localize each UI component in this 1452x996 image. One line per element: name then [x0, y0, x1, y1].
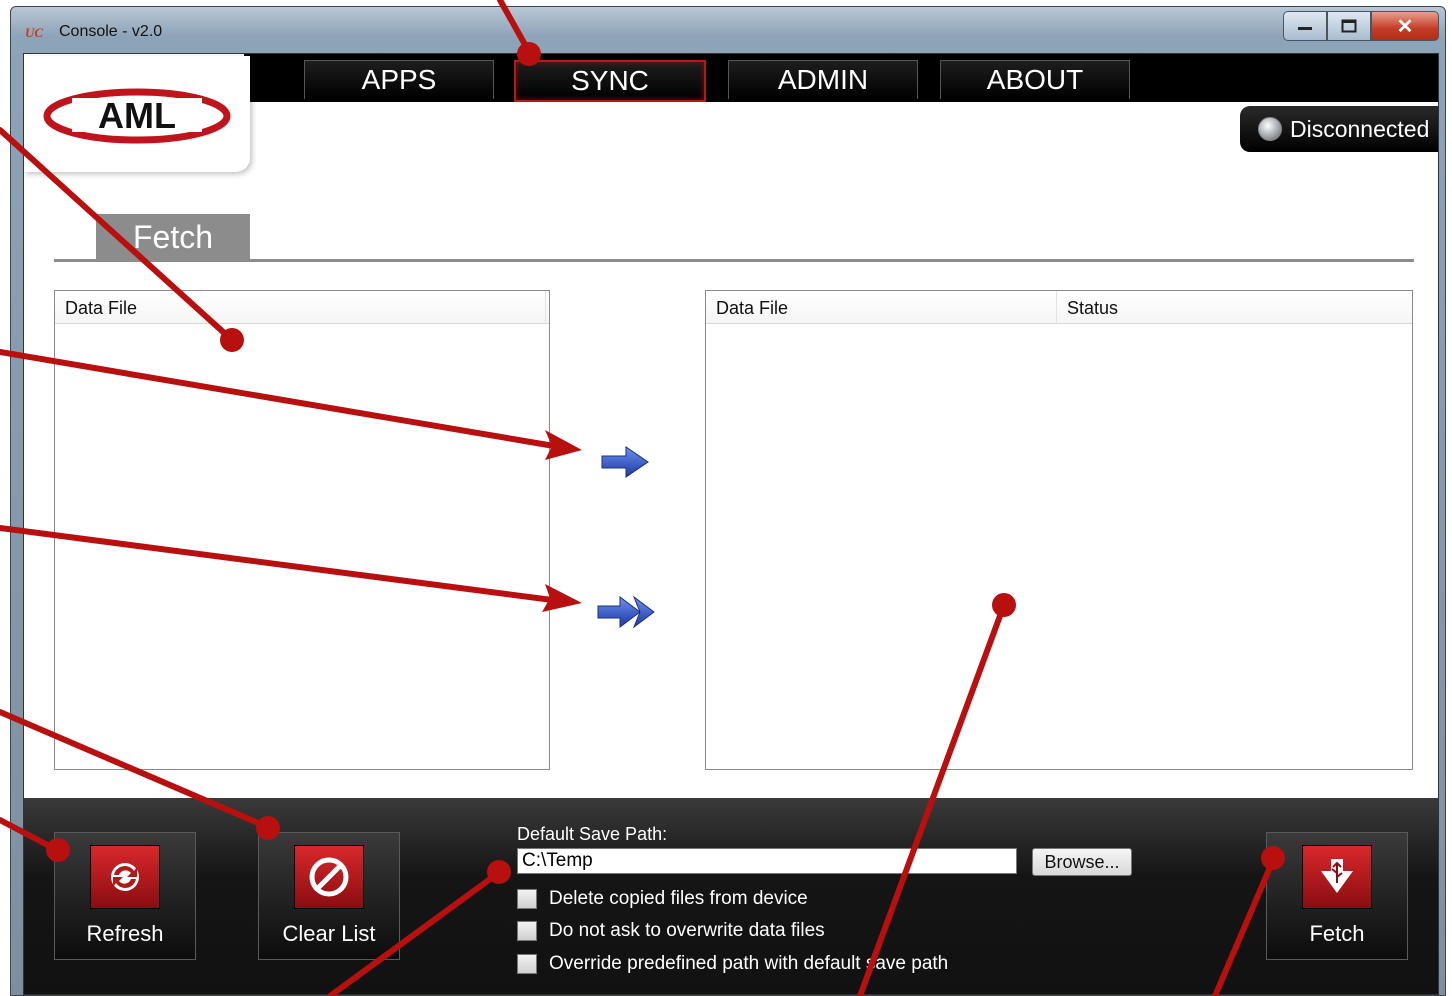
- status-indicator-icon: [1258, 117, 1282, 141]
- refresh-button[interactable]: Refresh: [54, 832, 196, 960]
- minimize-button[interactable]: [1283, 11, 1327, 41]
- device-file-list[interactable]: Data File: [54, 290, 550, 770]
- checkbox-box[interactable]: [517, 954, 537, 974]
- column-header-status[interactable]: Status: [1057, 291, 1407, 323]
- usb-download-icon: [1302, 845, 1372, 909]
- delete-copied-checkbox[interactable]: Delete copied files from device: [517, 888, 808, 910]
- tab-about[interactable]: ABOUT: [940, 60, 1130, 99]
- clear-list-button[interactable]: Clear List: [258, 832, 400, 960]
- nav-bar: APPS SYNC ADMIN ABOUT: [244, 54, 1438, 102]
- checkbox-box[interactable]: [517, 889, 537, 909]
- fetch-status-list[interactable]: Data File Status: [705, 290, 1413, 770]
- checkbox-label: Override predefined path with default sa…: [549, 953, 949, 974]
- save-path-input[interactable]: [517, 848, 1017, 874]
- refresh-label: Refresh: [86, 921, 164, 946]
- save-path-label: Default Save Path:: [517, 824, 668, 844]
- override-path-checkbox[interactable]: Override predefined path with default sa…: [517, 953, 948, 975]
- column-header-data-file[interactable]: Data File: [55, 291, 546, 323]
- fetch-button[interactable]: Fetch: [1266, 832, 1408, 960]
- list-header: Data File: [55, 291, 549, 324]
- app-icon: UC: [25, 25, 44, 40]
- tab-sync[interactable]: SYNC: [514, 60, 706, 102]
- action-panel: Refresh Clear List Default Save Path: Br…: [24, 798, 1438, 994]
- window-title: Console - v2.0: [59, 23, 163, 40]
- tab-apps[interactable]: APPS: [304, 60, 494, 99]
- checkbox-label: Delete copied files from device: [549, 888, 808, 909]
- connection-status: Disconnected: [1240, 106, 1438, 152]
- tab-admin[interactable]: ADMIN: [728, 60, 918, 99]
- column-header-data-file[interactable]: Data File: [706, 291, 1057, 323]
- close-icon: ✕: [1396, 15, 1414, 38]
- checkbox-label: Do not ask to overwrite data files: [549, 920, 825, 941]
- move-selected-arrow-icon[interactable]: [600, 444, 652, 480]
- minimize-icon: [1298, 27, 1312, 30]
- main-panel: AML APPS SYNC ADMIN ABOUT Disconnected F…: [23, 53, 1439, 995]
- move-all-arrow-icon[interactable]: [596, 594, 658, 630]
- logo-text: AML: [98, 95, 176, 136]
- window-controls: ✕: [1283, 11, 1439, 41]
- maximize-icon: [1341, 19, 1357, 33]
- prohibited-icon: [294, 845, 364, 909]
- title-bar[interactable]: UC Console - v2.0 ✕: [11, 7, 1445, 53]
- refresh-icon: [90, 845, 160, 909]
- fetch-label: Fetch: [1309, 921, 1365, 946]
- logo-panel: AML: [24, 56, 250, 172]
- list-header: Data File Status: [706, 291, 1412, 324]
- section-title: Fetch: [96, 214, 250, 260]
- checkbox-box[interactable]: [517, 921, 537, 941]
- browse-button[interactable]: Browse...: [1032, 848, 1132, 876]
- app-window: UC Console - v2.0 ✕ AML APPS SYNC ADMIN …: [10, 6, 1446, 996]
- section-divider: [54, 259, 1414, 262]
- clear-list-label: Clear List: [282, 921, 376, 946]
- no-overwrite-prompt-checkbox[interactable]: Do not ask to overwrite data files: [517, 920, 825, 942]
- connection-status-text: Disconnected: [1290, 115, 1430, 142]
- close-button[interactable]: ✕: [1371, 11, 1439, 41]
- aml-logo: AML: [43, 88, 231, 144]
- maximize-button[interactable]: [1327, 11, 1371, 41]
